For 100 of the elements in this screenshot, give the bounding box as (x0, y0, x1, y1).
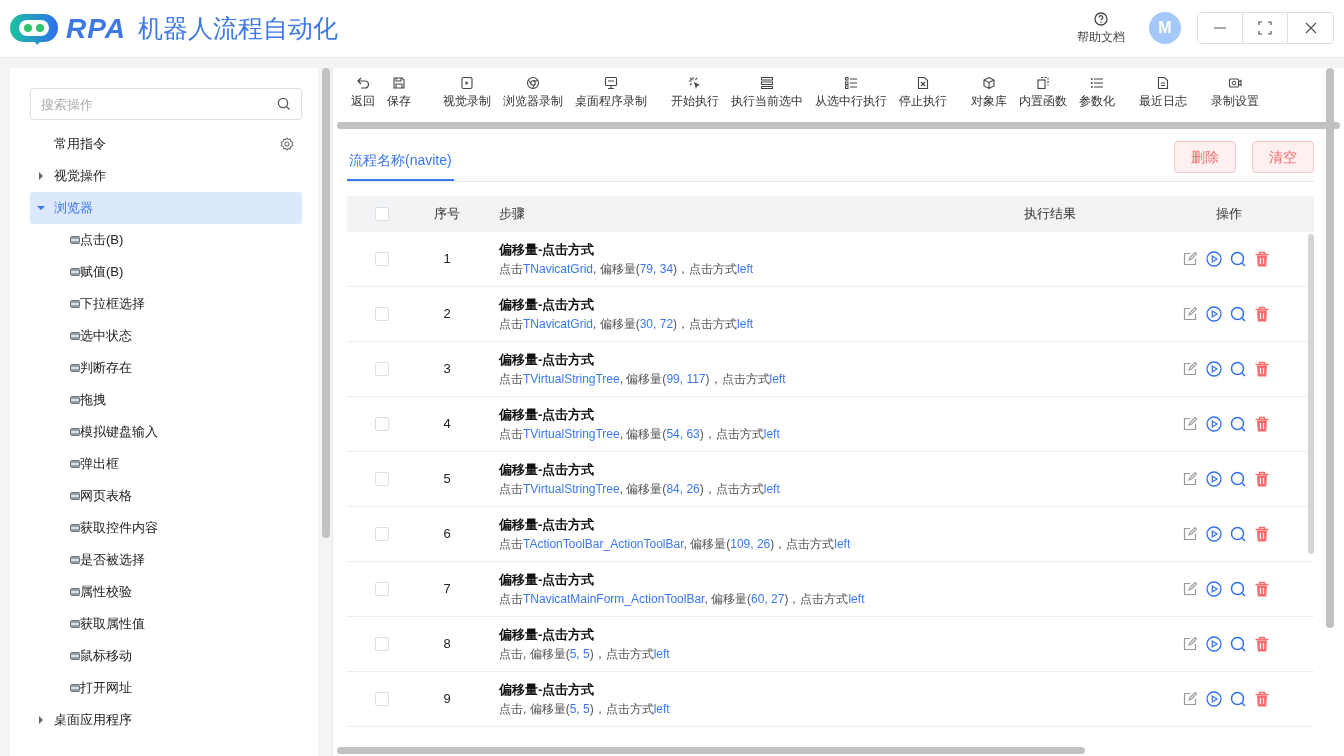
toolbar-button[interactable]: 浏览器录制 (499, 76, 567, 110)
run-button[interactable] (1206, 471, 1222, 487)
toolbar-button[interactable]: 返回 (347, 76, 379, 110)
search-icon (1230, 691, 1246, 707)
search-button[interactable] (1230, 361, 1246, 377)
command-item[interactable]: 判断存在 (30, 352, 302, 384)
search-button[interactable] (1230, 416, 1246, 432)
toolbar-button[interactable]: 参数化 (1075, 76, 1119, 110)
search-button[interactable] (1230, 306, 1246, 322)
command-item[interactable]: 拖拽 (30, 384, 302, 416)
edit-button[interactable] (1182, 636, 1198, 652)
select-all-checkbox[interactable] (375, 207, 389, 221)
scrollbar-thumb[interactable] (322, 68, 330, 538)
delete-button[interactable] (1254, 251, 1270, 267)
help-button[interactable]: 帮助文档 (1077, 12, 1125, 45)
run-button[interactable] (1206, 306, 1222, 322)
delete-button[interactable] (1254, 691, 1270, 707)
search-field[interactable]: 搜索操作 (30, 88, 302, 120)
command-item[interactable]: 选中状态 (30, 320, 302, 352)
delete-button[interactable] (1254, 526, 1270, 542)
search-button[interactable] (1230, 251, 1246, 267)
search-button[interactable] (1230, 471, 1246, 487)
scrollbar-thumb[interactable] (1308, 234, 1314, 554)
toolbar-button[interactable]: 桌面程序录制 (571, 76, 651, 110)
command-item[interactable]: 模拟键盘输入 (30, 416, 302, 448)
row-checkbox[interactable] (375, 692, 389, 706)
search-button[interactable] (1230, 526, 1246, 542)
row-checkbox[interactable] (375, 472, 389, 486)
run-button[interactable] (1206, 251, 1222, 267)
delete-button[interactable] (1254, 581, 1270, 597)
command-item[interactable]: 网页表格 (30, 480, 302, 512)
settings-icon[interactable] (280, 137, 294, 151)
play-circle-icon (1206, 581, 1222, 597)
command-item[interactable]: 属性校验 (30, 576, 302, 608)
delete-button[interactable] (1254, 471, 1270, 487)
search-button[interactable] (1230, 581, 1246, 597)
row-checkbox[interactable] (375, 417, 389, 431)
run-button[interactable] (1206, 361, 1222, 377)
row-checkbox[interactable] (375, 637, 389, 651)
search-button[interactable] (1230, 636, 1246, 652)
toolbar-button[interactable]: 视觉录制 (439, 76, 495, 110)
delete-button[interactable] (1254, 636, 1270, 652)
row-checkbox[interactable] (375, 307, 389, 321)
toolbar-button[interactable]: 执行当前选中 (727, 76, 807, 110)
delete-button[interactable] (1254, 416, 1270, 432)
command-item[interactable]: 鼠标移动 (30, 640, 302, 672)
toolbar-button[interactable]: 从选中行执行 (811, 76, 891, 110)
tree-item[interactable]: 常用指令 (30, 128, 302, 160)
run-button[interactable] (1206, 526, 1222, 542)
cursor-click-icon (688, 76, 702, 90)
row-checkbox[interactable] (375, 527, 389, 541)
keyboard-icon (70, 652, 80, 660)
command-item[interactable]: 点击(B) (30, 224, 302, 256)
edit-button[interactable] (1182, 306, 1198, 322)
search-button[interactable] (1230, 691, 1246, 707)
command-item[interactable]: 打开网址 (30, 672, 302, 704)
edit-button[interactable] (1182, 691, 1198, 707)
command-item[interactable]: 弹出框 (30, 448, 302, 480)
process-tab[interactable]: 流程名称(navite) (347, 150, 454, 181)
command-item[interactable]: 是否被选择 (30, 544, 302, 576)
row-checkbox[interactable] (375, 252, 389, 266)
tree-item[interactable]: 浏览器 (30, 192, 302, 224)
edit-button[interactable] (1182, 471, 1198, 487)
toolbar-button[interactable]: 对象库 (967, 76, 1011, 110)
edit-button[interactable] (1182, 361, 1198, 377)
delete-button[interactable] (1254, 306, 1270, 322)
edit-icon (1182, 691, 1198, 707)
scrollbar-thumb[interactable] (1326, 68, 1334, 628)
command-item[interactable]: 赋值(B) (30, 256, 302, 288)
tree-item[interactable]: 桌面应用程序 (30, 704, 302, 736)
toolbar-button[interactable]: 开始执行 (667, 76, 723, 110)
run-button[interactable] (1206, 636, 1222, 652)
search-icon (1230, 306, 1246, 322)
minimize-icon (1214, 27, 1226, 30)
row-checkbox[interactable] (375, 362, 389, 376)
edit-button[interactable] (1182, 416, 1198, 432)
command-item[interactable]: 获取控件内容 (30, 512, 302, 544)
run-button[interactable] (1206, 581, 1222, 597)
trash-icon (1254, 416, 1270, 432)
delete-button[interactable] (1254, 361, 1270, 377)
step-title: 偏移量-点击方式 (499, 296, 596, 315)
edit-button[interactable] (1182, 581, 1198, 597)
run-button[interactable] (1206, 416, 1222, 432)
command-item[interactable]: 下拉框选择 (30, 288, 302, 320)
toolbar-button[interactable]: 保存 (383, 76, 415, 110)
toolbar-button[interactable]: 停止执行 (895, 76, 951, 110)
play-circle-icon (1206, 526, 1222, 542)
step-description: 点击TNavicatGrid, 偏移量(30, 72)，点击方式left (499, 315, 755, 333)
toolbar-button[interactable]: 录制设置 (1207, 76, 1263, 110)
row-checkbox[interactable] (375, 582, 389, 596)
document-icon (1156, 76, 1170, 90)
scrollbar-thumb[interactable] (337, 747, 1085, 754)
scrollbar-thumb[interactable] (337, 122, 1340, 129)
edit-button[interactable] (1182, 251, 1198, 267)
tree-item[interactable]: 视觉操作 (30, 160, 302, 192)
command-item[interactable]: 获取属性值 (30, 608, 302, 640)
edit-button[interactable] (1182, 526, 1198, 542)
run-button[interactable] (1206, 691, 1222, 707)
toolbar-button[interactable]: 最近日志 (1135, 76, 1191, 110)
toolbar-button[interactable]: 内置函数 (1015, 76, 1071, 110)
